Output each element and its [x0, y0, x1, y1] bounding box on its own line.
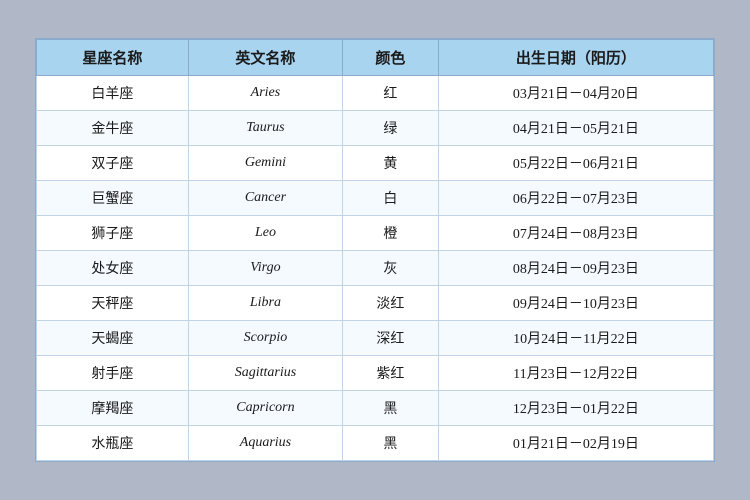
- cell-color: 灰: [343, 251, 439, 286]
- cell-color: 橙: [343, 216, 439, 251]
- cell-en-name: Scorpio: [188, 321, 342, 356]
- cell-zh-name: 白羊座: [37, 76, 189, 111]
- cell-dates: 11月23日－12月22日: [438, 356, 713, 391]
- cell-color: 白: [343, 181, 439, 216]
- table-row: 巨蟹座Cancer白06月22日－07月23日: [37, 181, 714, 216]
- table-row: 水瓶座Aquarius黑01月21日－02月19日: [37, 426, 714, 461]
- cell-en-name: Leo: [188, 216, 342, 251]
- cell-dates: 05月22日－06月21日: [438, 146, 713, 181]
- cell-zh-name: 狮子座: [37, 216, 189, 251]
- table-row: 处女座Virgo灰08月24日－09月23日: [37, 251, 714, 286]
- table-row: 白羊座Aries红03月21日－04月20日: [37, 76, 714, 111]
- cell-en-name: Aquarius: [188, 426, 342, 461]
- table-row: 天秤座Libra淡红09月24日－10月23日: [37, 286, 714, 321]
- col-header-color: 颜色: [343, 40, 439, 76]
- cell-dates: 03月21日－04月20日: [438, 76, 713, 111]
- cell-color: 淡红: [343, 286, 439, 321]
- table-row: 狮子座Leo橙07月24日－08月23日: [37, 216, 714, 251]
- cell-en-name: Cancer: [188, 181, 342, 216]
- cell-dates: 07月24日－08月23日: [438, 216, 713, 251]
- cell-dates: 06月22日－07月23日: [438, 181, 713, 216]
- cell-dates: 04月21日－05月21日: [438, 111, 713, 146]
- cell-color: 绿: [343, 111, 439, 146]
- cell-color: 黄: [343, 146, 439, 181]
- cell-dates: 12月23日－01月22日: [438, 391, 713, 426]
- cell-zh-name: 处女座: [37, 251, 189, 286]
- table-row: 金牛座Taurus绿04月21日－05月21日: [37, 111, 714, 146]
- col-header-en: 英文名称: [188, 40, 342, 76]
- col-header-dates: 出生日期（阳历）: [438, 40, 713, 76]
- cell-zh-name: 巨蟹座: [37, 181, 189, 216]
- cell-zh-name: 天蝎座: [37, 321, 189, 356]
- cell-en-name: Capricorn: [188, 391, 342, 426]
- cell-dates: 01月21日－02月19日: [438, 426, 713, 461]
- zodiac-table-container: 星座名称 英文名称 颜色 出生日期（阳历） 白羊座Aries红03月21日－04…: [35, 38, 715, 462]
- cell-dates: 09月24日－10月23日: [438, 286, 713, 321]
- table-row: 摩羯座Capricorn黑12月23日－01月22日: [37, 391, 714, 426]
- cell-color: 深红: [343, 321, 439, 356]
- cell-color: 紫红: [343, 356, 439, 391]
- col-header-zh: 星座名称: [37, 40, 189, 76]
- cell-color: 黑: [343, 391, 439, 426]
- table-row: 双子座Gemini黄05月22日－06月21日: [37, 146, 714, 181]
- cell-zh-name: 水瓶座: [37, 426, 189, 461]
- cell-zh-name: 射手座: [37, 356, 189, 391]
- cell-dates: 10月24日－11月22日: [438, 321, 713, 356]
- cell-zh-name: 天秤座: [37, 286, 189, 321]
- zodiac-table: 星座名称 英文名称 颜色 出生日期（阳历） 白羊座Aries红03月21日－04…: [36, 39, 714, 461]
- cell-en-name: Libra: [188, 286, 342, 321]
- cell-en-name: Aries: [188, 76, 342, 111]
- cell-zh-name: 双子座: [37, 146, 189, 181]
- cell-en-name: Virgo: [188, 251, 342, 286]
- cell-en-name: Gemini: [188, 146, 342, 181]
- cell-en-name: Sagittarius: [188, 356, 342, 391]
- cell-zh-name: 摩羯座: [37, 391, 189, 426]
- cell-zh-name: 金牛座: [37, 111, 189, 146]
- table-header-row: 星座名称 英文名称 颜色 出生日期（阳历）: [37, 40, 714, 76]
- table-row: 射手座Sagittarius紫红11月23日－12月22日: [37, 356, 714, 391]
- cell-en-name: Taurus: [188, 111, 342, 146]
- cell-dates: 08月24日－09月23日: [438, 251, 713, 286]
- table-row: 天蝎座Scorpio深红10月24日－11月22日: [37, 321, 714, 356]
- cell-color: 红: [343, 76, 439, 111]
- cell-color: 黑: [343, 426, 439, 461]
